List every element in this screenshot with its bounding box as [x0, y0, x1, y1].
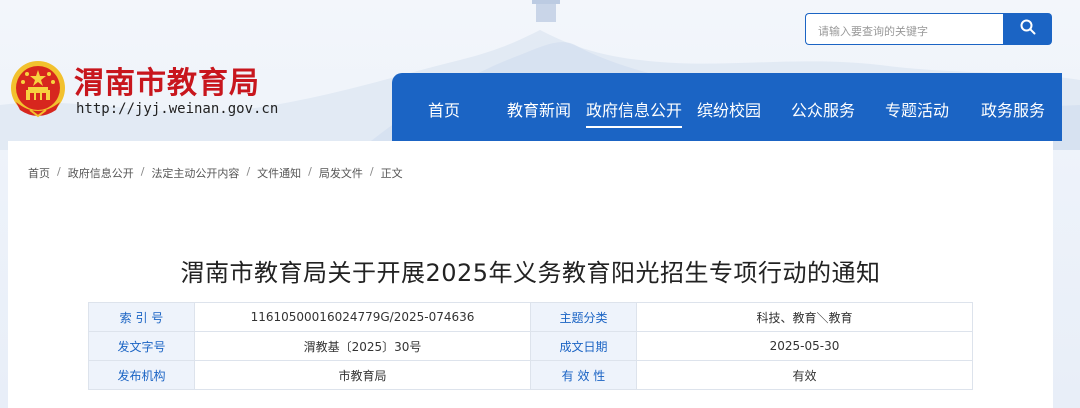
meta-label: 有 效 性	[530, 360, 637, 390]
nav-item-public-services[interactable]: 公众服务	[791, 97, 855, 121]
site-url[interactable]: http://jyj.weinan.gov.cn	[76, 101, 278, 117]
site-name[interactable]: 渭南市教育局	[74, 58, 260, 102]
meta-label: 主题分类	[530, 302, 637, 332]
table-row: 索 引 号 11610500016024779G/2025-074636 主题分…	[88, 302, 973, 332]
breadcrumb-statutory[interactable]: 法定主动公开内容	[151, 165, 239, 181]
nav-item-gov-info-disclosure[interactable]: 政府信息公开	[586, 97, 683, 128]
breadcrumb-separator: /	[140, 165, 145, 178]
meta-label: 成文日期	[530, 331, 637, 361]
meta-value: 科技、教育＼教育	[636, 302, 973, 332]
search-input[interactable]: 请输入要查询的关键字	[805, 13, 1003, 45]
breadcrumb-separator: /	[369, 165, 374, 178]
table-row: 发布机构 市教育局 有 效 性 有效	[88, 360, 973, 390]
meta-label: 发布机构	[88, 360, 195, 390]
document-meta-table: 索 引 号 11610500016024779G/2025-074636 主题分…	[88, 302, 973, 390]
meta-value: 11610500016024779G/2025-074636	[194, 302, 531, 332]
breadcrumb: 首页 / 政府信息公开 / 法定主动公开内容 / 文件通知 / 局发文件 / 正…	[28, 165, 403, 181]
national-emblem-icon	[8, 58, 68, 120]
breadcrumb-separator: /	[308, 165, 312, 178]
meta-label: 发文字号	[88, 331, 195, 361]
meta-value: 渭教基〔2025〕30号	[194, 331, 531, 361]
nav-item-campus[interactable]: 缤纷校园	[697, 97, 761, 121]
breadcrumb-bureau-docs[interactable]: 局发文件	[319, 165, 363, 181]
breadcrumb-separator: /	[57, 165, 61, 178]
table-row: 发文字号 渭教基〔2025〕30号 成文日期 2025-05-30	[88, 331, 973, 361]
meta-value: 2025-05-30	[636, 331, 973, 361]
meta-label: 索 引 号	[88, 302, 195, 332]
breadcrumb-notices[interactable]: 文件通知	[257, 165, 301, 181]
nav-item-special-events[interactable]: 专题活动	[885, 97, 949, 121]
main-nav: 首页 教育新闻 政府信息公开 缤纷校园 公众服务 专题活动 政务服务	[392, 73, 1062, 141]
search-icon	[1020, 19, 1036, 39]
breadcrumb-gov-info[interactable]: 政府信息公开	[68, 165, 134, 181]
nav-item-education-news[interactable]: 教育新闻	[507, 97, 571, 121]
meta-value: 市教育局	[194, 360, 531, 390]
nav-item-gov-services[interactable]: 政务服务	[981, 97, 1045, 121]
breadcrumb-home[interactable]: 首页	[28, 165, 50, 181]
site-header: 渭南市教育局 http://jyj.weinan.gov.cn 请输入要查询的关…	[0, 0, 1080, 141]
search-button[interactable]	[1003, 13, 1052, 45]
article-panel: 首页 / 政府信息公开 / 法定主动公开内容 / 文件通知 / 局发文件 / 正…	[8, 141, 1053, 408]
meta-value: 有效	[636, 360, 973, 390]
breadcrumb-separator: /	[246, 165, 251, 178]
breadcrumb-current: 正文	[380, 167, 403, 180]
nav-item-home[interactable]: 首页	[428, 97, 460, 121]
article-title: 渭南市教育局关于开展2025年义务教育阳光招生专项行动的通知	[180, 259, 881, 287]
